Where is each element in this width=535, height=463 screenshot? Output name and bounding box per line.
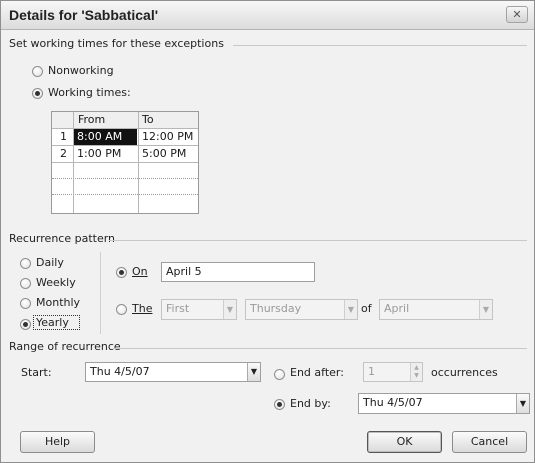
on-radio[interactable] <box>116 267 127 278</box>
column-header-to: To <box>142 113 154 126</box>
spin-down-icon: ▼ <box>414 372 419 379</box>
chevron-down-icon: ▼ <box>516 394 529 413</box>
yearly-label: Yearly <box>36 316 69 329</box>
recurrence-divider <box>109 240 527 241</box>
month-select[interactable]: April ▼ <box>379 299 493 320</box>
weekday-value: Thursday <box>250 302 302 315</box>
column-divider <box>138 112 139 213</box>
nonworking-radio[interactable] <box>32 66 43 77</box>
row-number: 1 <box>60 130 67 143</box>
start-date-select[interactable]: Thu 4/5/07 ▼ <box>85 362 261 382</box>
to-cell[interactable]: 5:00 PM <box>142 147 186 161</box>
chevron-down-icon: ▼ <box>247 363 260 381</box>
column-header-from: From <box>78 113 106 126</box>
month-value: April <box>384 302 410 315</box>
end-by-date-value: Thu 4/5/07 <box>363 396 423 409</box>
chevron-down-icon: ▼ <box>479 300 492 319</box>
from-cell: 8:00 AM <box>77 130 123 143</box>
daily-label: Daily <box>36 256 64 269</box>
dialog-title: Details for 'Sabbatical' <box>9 7 159 23</box>
to-cell[interactable]: 12:00 PM <box>142 130 193 144</box>
column-divider <box>73 112 74 213</box>
cancel-button[interactable]: Cancel <box>452 431 527 453</box>
the-label: The <box>132 302 153 315</box>
range-heading: Range of recurrence <box>9 340 121 353</box>
weekly-label: Weekly <box>36 276 76 289</box>
on-label: On <box>132 265 148 278</box>
recurrence-heading: Recurrence pattern <box>9 232 116 245</box>
occurrences-stepper[interactable]: 1 ▲ ▼ <box>363 362 423 382</box>
start-date-value: Thu 4/5/07 <box>90 365 150 378</box>
working-times-radio[interactable] <box>32 88 43 99</box>
on-date-input[interactable]: April 5 <box>161 262 315 282</box>
end-after-label: End after: <box>290 366 344 379</box>
help-button[interactable]: Help <box>20 431 95 453</box>
start-label: Start: <box>21 366 52 379</box>
daily-radio[interactable] <box>20 258 31 269</box>
yearly-radio[interactable] <box>20 319 31 330</box>
ordinal-select[interactable]: First ▼ <box>161 299 237 320</box>
from-cell[interactable]: 1:00 PM <box>77 147 121 161</box>
end-by-radio[interactable] <box>274 399 285 410</box>
on-date-value: April 5 <box>166 265 202 278</box>
recurrence-vertical-divider <box>100 252 101 334</box>
spin-up-icon: ▲ <box>414 364 419 371</box>
nonworking-label: Nonworking <box>48 64 114 77</box>
end-by-date-select[interactable]: Thu 4/5/07 ▼ <box>358 393 530 414</box>
working-times-label: Working times: <box>48 86 131 99</box>
exceptions-heading: Set working times for these exceptions <box>9 37 224 50</box>
ok-button-label: OK <box>396 435 413 448</box>
range-divider <box>113 348 527 349</box>
selected-cell[interactable]: 8:00 AM <box>74 129 137 145</box>
ok-button[interactable]: OK <box>367 431 442 453</box>
monthly-label: Monthly <box>36 296 81 309</box>
weekday-select[interactable]: Thursday ▼ <box>245 299 358 320</box>
end-by-label: End by: <box>290 397 331 410</box>
cancel-button-label: Cancel <box>470 435 509 448</box>
occurrences-label: occurrences <box>431 366 498 379</box>
chevron-down-icon: ▼ <box>344 300 357 319</box>
close-icon: ✕ <box>512 8 522 21</box>
of-label: of <box>361 302 372 315</box>
working-times-table[interactable]: From To 1 8:00 AM 12:00 PM 2 1:00 PM 5:0… <box>51 111 199 214</box>
chevron-down-icon: ▼ <box>223 300 236 319</box>
details-dialog: Details for 'Sabbatical' ✕ Set working t… <box>0 0 535 463</box>
monthly-radio[interactable] <box>20 298 31 309</box>
spin-arrows-icon[interactable]: ▲ ▼ <box>410 363 422 381</box>
the-radio[interactable] <box>116 304 127 315</box>
weekly-radio[interactable] <box>20 278 31 289</box>
title-bar: Details for 'Sabbatical' ✕ <box>1 1 534 30</box>
help-button-label: Help <box>44 435 71 448</box>
exceptions-divider <box>233 45 527 46</box>
occurrences-value: 1 <box>368 365 375 378</box>
row-number: 2 <box>60 147 67 160</box>
ordinal-value: First <box>166 302 190 315</box>
end-after-radio[interactable] <box>274 369 285 380</box>
close-button[interactable]: ✕ <box>506 6 528 23</box>
